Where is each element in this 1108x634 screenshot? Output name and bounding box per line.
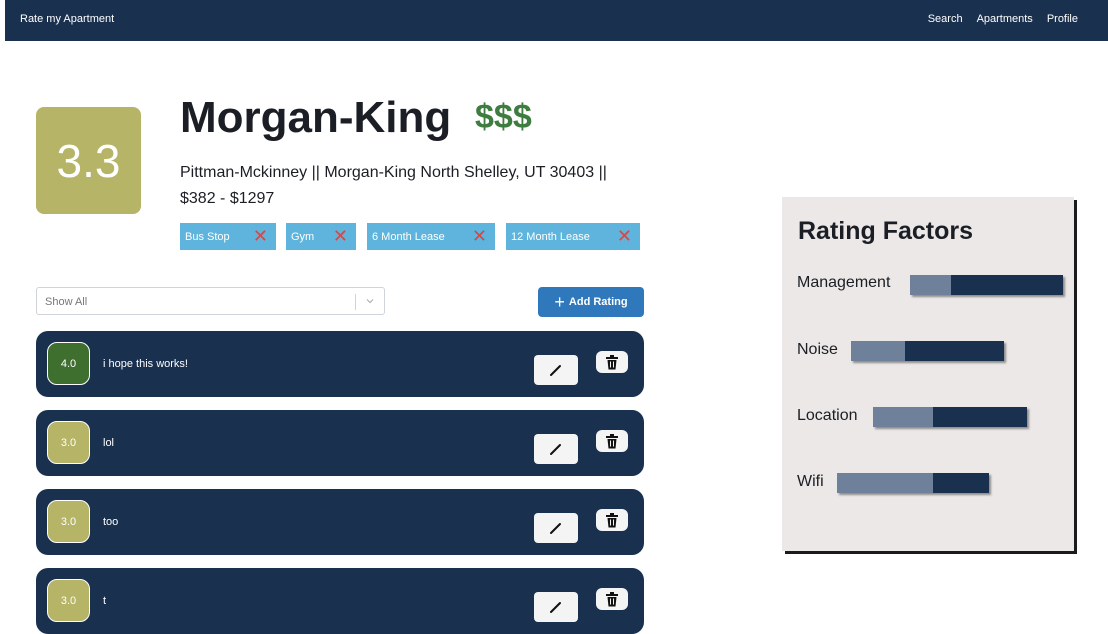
overall-score-badge: 3.3 (36, 107, 141, 214)
apartment-name: Morgan-King (180, 93, 452, 142)
factor-bar-fill (851, 341, 905, 361)
rating-score-badge: 4.0 (47, 342, 90, 385)
tag-label: Bus Stop (185, 230, 230, 243)
tag-12-month-lease: 12 Month Lease ✕ (506, 223, 640, 250)
price-level: $$$ (475, 98, 532, 136)
rating-comment: i hope this works! (103, 358, 188, 370)
nav-link-profile[interactable]: Profile (1047, 13, 1078, 25)
pencil-icon (550, 365, 561, 376)
rating-comment: too (103, 516, 119, 528)
trash-icon (606, 512, 618, 527)
nav-link-search[interactable]: Search (928, 13, 963, 25)
rating-card: 3.0 lol (36, 410, 644, 476)
trash-icon (606, 433, 618, 448)
factor-label-management: Management (797, 274, 891, 291)
edit-rating-button[interactable] (534, 434, 578, 464)
edit-rating-button[interactable] (534, 513, 578, 543)
trash-icon (606, 591, 618, 606)
navbar: Rate my Apartment Search Apartments Prof… (5, 0, 1108, 41)
factor-bar-location (873, 407, 1027, 427)
factor-bar-management (910, 275, 1063, 295)
edit-rating-button[interactable] (534, 592, 578, 622)
rating-score-badge: 3.0 (47, 500, 90, 543)
rating-score-badge: 3.0 (47, 421, 90, 464)
pencil-icon (550, 523, 561, 534)
plus-icon: + (554, 292, 565, 312)
close-icon[interactable]: ✕ (333, 226, 348, 247)
pencil-icon (550, 444, 561, 455)
tag-6-month-lease: 6 Month Lease ✕ (367, 223, 495, 250)
chevron-down-icon[interactable] (364, 295, 376, 307)
factor-bar-fill (910, 275, 952, 295)
close-icon[interactable]: ✕ (617, 226, 632, 247)
rating-comment: lol (103, 437, 115, 449)
rating-card: 4.0 i hope this works! (36, 331, 644, 397)
delete-rating-button[interactable] (596, 430, 628, 452)
close-icon[interactable]: ✕ (472, 226, 487, 247)
factor-label-noise: Noise (797, 341, 838, 358)
rating-factors-panel: Rating Factors Management Noise Location… (782, 197, 1074, 551)
factor-label-location: Location (797, 407, 858, 424)
factor-bar-wifi (837, 473, 989, 493)
rating-factors-title: Rating Factors (798, 217, 974, 245)
select-separator (355, 294, 356, 310)
nav-link-apartments[interactable]: Apartments (977, 13, 1033, 25)
delete-rating-button[interactable] (596, 588, 628, 610)
pencil-icon (550, 602, 561, 613)
nav-links: Search Apartments Profile (928, 13, 1078, 25)
rating-card: 3.0 t (36, 568, 644, 634)
rating-card: 3.0 too (36, 489, 644, 555)
filter-selected-value: Show All (45, 296, 88, 308)
add-rating-button[interactable]: + Add Rating (538, 287, 644, 317)
apartment-address: Pittman-Mckinney || Morgan-King North Sh… (180, 164, 607, 207)
rating-comment: t (103, 595, 107, 607)
factor-label-wifi: Wifi (797, 473, 824, 490)
edit-rating-button[interactable] (534, 355, 578, 385)
tag-label: 12 Month Lease (511, 230, 590, 243)
add-rating-label: Add Rating (568, 296, 628, 308)
close-icon[interactable]: ✕ (253, 226, 268, 247)
rating-filter-select[interactable]: Show All (36, 287, 385, 315)
brand-link[interactable]: Rate my Apartment (20, 13, 114, 25)
tag-gym: Gym ✕ (286, 223, 356, 250)
trash-icon (606, 354, 618, 369)
rating-score-badge: 3.0 (47, 579, 90, 622)
delete-rating-button[interactable] (596, 509, 628, 531)
delete-rating-button[interactable] (596, 351, 628, 373)
factor-bar-fill (873, 407, 934, 427)
factor-bar-fill (837, 473, 933, 493)
tag-label: Gym (291, 230, 315, 243)
tag-bus-stop: Bus Stop ✕ (180, 223, 276, 250)
tag-label: 6 Month Lease (372, 230, 445, 243)
factor-bar-noise (851, 341, 1004, 361)
